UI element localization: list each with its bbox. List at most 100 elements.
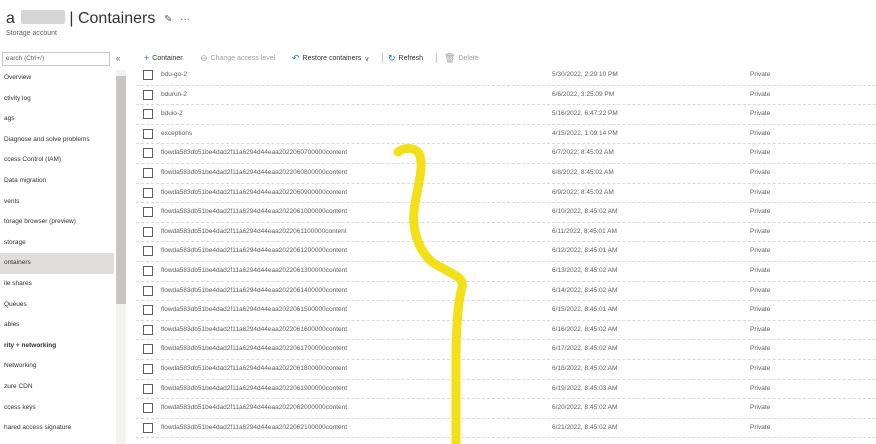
toolbar-divider: [436, 53, 437, 63]
sidebar-item[interactable]: torage browser (preview): [0, 212, 114, 233]
last-modified-cell: 6/17/2022, 8:45:02 AM: [552, 345, 618, 353]
container-name[interactable]: flowda583db51be4dad2f11a6294d44eaa202206…: [161, 169, 347, 176]
row-checkbox[interactable]: [143, 305, 153, 316]
table-row[interactable]: flowda583db51be4dad2f11a6294d44eaa202206…: [136, 242, 876, 262]
sidebar-item[interactable]: zure CDN: [0, 377, 114, 398]
table-row[interactable]: flowda583db51be4dad2f11a6294d44eaa202206…: [136, 360, 876, 380]
row-checkbox[interactable]: [143, 364, 153, 374]
row-checkbox[interactable]: [143, 109, 153, 120]
table-row[interactable]: bdu-go-2 5/30/2022, 2:29:10 PM Private: [136, 66, 876, 86]
sidebar-item[interactable]: ccess keys: [0, 398, 114, 419]
container-name[interactable]: flowda583db51be4dad2f11a6294d44eaa202206…: [161, 345, 347, 352]
container-name[interactable]: flowda583db51be4dad2f11a6294d44eaa202206…: [161, 424, 347, 431]
lock-icon: ⊖: [200, 53, 208, 63]
collapse-menu-icon[interactable]: «: [116, 54, 120, 63]
table-row[interactable]: flowda583db51be4dad2f11a6294d44eaa202206…: [136, 144, 876, 164]
access-level-cell: Private: [750, 169, 771, 176]
row-checkbox[interactable]: [143, 285, 153, 296]
container-name[interactable]: flowda583db51be4dad2f11a6294d44eaa202206…: [161, 326, 347, 333]
row-checkbox[interactable]: [143, 403, 153, 414]
more-icon[interactable]: ···: [180, 14, 190, 25]
table-row[interactable]: flowda583db51be4dad2f11a6294d44eaa202206…: [136, 164, 876, 184]
sidebar-item[interactable]: Diagnose and solve problems: [0, 130, 114, 151]
sidebar-item[interactable]: Networking: [0, 356, 114, 377]
row-checkbox[interactable]: [143, 383, 153, 394]
row-checkbox[interactable]: [143, 226, 153, 237]
redacted-account-name: [20, 10, 65, 24]
table-row[interactable]: flowda583db51be4dad2f11a6294d44eaa202206…: [136, 321, 876, 341]
table-row[interactable]: flowda583db51be4dad2f11a6294d44eaa202206…: [136, 380, 876, 400]
container-name[interactable]: bduio-2: [161, 110, 183, 117]
row-checkbox[interactable]: [143, 207, 153, 218]
container-name[interactable]: flowda583db51be4dad2f11a6294d44eaa202206…: [161, 365, 347, 372]
container-name[interactable]: flowda583db51be4dad2f11a6294d44eaa202206…: [161, 306, 347, 313]
container-name[interactable]: flowda583db51be4dad2f11a6294d44eaa202206…: [161, 385, 347, 392]
row-checkbox[interactable]: [143, 128, 153, 139]
undo-icon: ↶: [292, 53, 300, 63]
table-row[interactable]: exceptions 4/15/2022, 1:09:14 PM Private: [136, 125, 876, 145]
row-checkbox[interactable]: [143, 246, 153, 257]
container-name[interactable]: flowda583db51be4dad2f11a6294d44eaa202206…: [161, 267, 347, 274]
refresh-icon: ↻: [388, 53, 396, 63]
table-row[interactable]: flowda583db51be4dad2f11a6294d44eaa202206…: [136, 203, 876, 223]
title-suffix: | Containers: [69, 10, 156, 27]
row-checkbox[interactable]: [143, 187, 153, 198]
refresh-button[interactable]: ↻ Refresh: [388, 53, 423, 64]
containers-table: bdu-go-2 5/30/2022, 2:29:10 PM Private bdur…: [136, 66, 876, 444]
row-checkbox[interactable]: [143, 70, 153, 80]
table-row[interactable]: flowda583db51be4dad2f11a6294d44eaa202206…: [136, 282, 876, 302]
sidebar-item[interactable]: hared access signature: [0, 418, 114, 439]
sidebar-item[interactable]: ags: [0, 109, 114, 130]
last-modified-cell: 4/15/2022, 1:09:14 PM: [552, 129, 618, 137]
container-name[interactable]: exceptions: [161, 130, 192, 137]
container-name[interactable]: flowda583db51be4dad2f11a6294d44eaa202206…: [161, 189, 347, 196]
row-checkbox[interactable]: [143, 324, 153, 335]
table-row[interactable]: flowda583db51be4dad2f11a6294d44eaa202206…: [136, 399, 876, 419]
table-row[interactable]: flowda583db51be4dad2f11a6294d44eaa202206…: [136, 301, 876, 321]
container-name[interactable]: flowda583db51be4dad2f11a6294d44eaa202206…: [161, 287, 347, 294]
sidebar-item[interactable]: vents: [0, 192, 114, 213]
delete-button[interactable]: 🗑 Delete: [444, 53, 479, 64]
container-name[interactable]: flowda583db51be4dad2f11a6294d44eaa202206…: [161, 149, 347, 156]
container-name[interactable]: flowda583db51be4dad2f11a6294d44eaa202206…: [161, 247, 347, 254]
container-name[interactable]: bdu-go-2: [161, 71, 187, 78]
sidebar-item[interactable]: storage: [0, 233, 114, 254]
container-name[interactable]: flowda583db51be4dad2f11a6294d44eaa202206…: [161, 228, 347, 235]
table-row[interactable]: flowda583db51be4dad2f11a6294d44eaa202206…: [136, 184, 876, 204]
last-modified-cell: 5/16/2022, 6:47:22 PM: [552, 110, 618, 118]
row-checkbox[interactable]: [143, 168, 153, 178]
table-row[interactable]: bdurun-2 6/6/2022, 3:25:09 PM Private: [136, 86, 876, 106]
table-row[interactable]: flowda583db51be4dad2f11a6294d44eaa202206…: [136, 223, 876, 243]
last-modified-cell: 6/8/2022, 8:45:02 AM: [552, 169, 614, 176]
restore-containers-button[interactable]: ↶ Restore containers ∨: [292, 53, 369, 64]
row-checkbox[interactable]: [143, 422, 153, 433]
menu-section-header: rity + networking: [4, 341, 57, 349]
table-row[interactable]: flowda583db51be4dad2f11a6294d44eaa202206…: [136, 262, 876, 282]
menu-scrollbar-thumb[interactable]: [116, 76, 126, 304]
last-modified-cell: 6/15/2022, 8:45:01 AM: [552, 306, 618, 314]
sidebar-item[interactable]: ile shares: [0, 274, 114, 295]
container-name[interactable]: bdurun-2: [161, 91, 187, 98]
menu-list: Overview ctivity log ags Diagnose and solve…: [0, 68, 114, 439]
sidebar-item[interactable]: Overview: [0, 68, 114, 89]
menu-search-input[interactable]: earch (Ctrl+/): [2, 52, 110, 66]
sidebar-item[interactable]: ctivity log: [0, 89, 114, 110]
row-checkbox[interactable]: [143, 344, 153, 355]
container-name[interactable]: flowda583db51be4dad2f11a6294d44eaa202206…: [161, 404, 347, 411]
sidebar-item[interactable]: ontainers: [0, 253, 114, 274]
sidebar-item[interactable]: ccess Control (IAM): [0, 150, 114, 171]
table-row[interactable]: flowda583db51be4dad2f11a6294d44eaa202206…: [136, 340, 876, 360]
container-name[interactable]: flowda583db51be4dad2f11a6294d44eaa202206…: [161, 208, 347, 215]
pin-icon[interactable]: ✎: [164, 14, 172, 25]
row-checkbox[interactable]: [143, 148, 153, 159]
trash-icon: 🗑: [444, 53, 456, 63]
change-access-level-button[interactable]: ⊖ Change access level: [200, 53, 275, 64]
row-checkbox[interactable]: [143, 89, 153, 100]
add-container-button[interactable]: + Container: [144, 53, 183, 63]
sidebar-item[interactable]: Queues: [0, 295, 114, 316]
sidebar-item[interactable]: ables: [0, 315, 114, 336]
row-checkbox[interactable]: [143, 266, 153, 276]
sidebar-item[interactable]: Data migration: [0, 171, 114, 192]
table-row[interactable]: bduio-2 5/16/2022, 6:47:22 PM Private: [136, 105, 876, 125]
table-row[interactable]: flowda583db51be4dad2f11a6294d44eaa202206…: [136, 419, 876, 439]
